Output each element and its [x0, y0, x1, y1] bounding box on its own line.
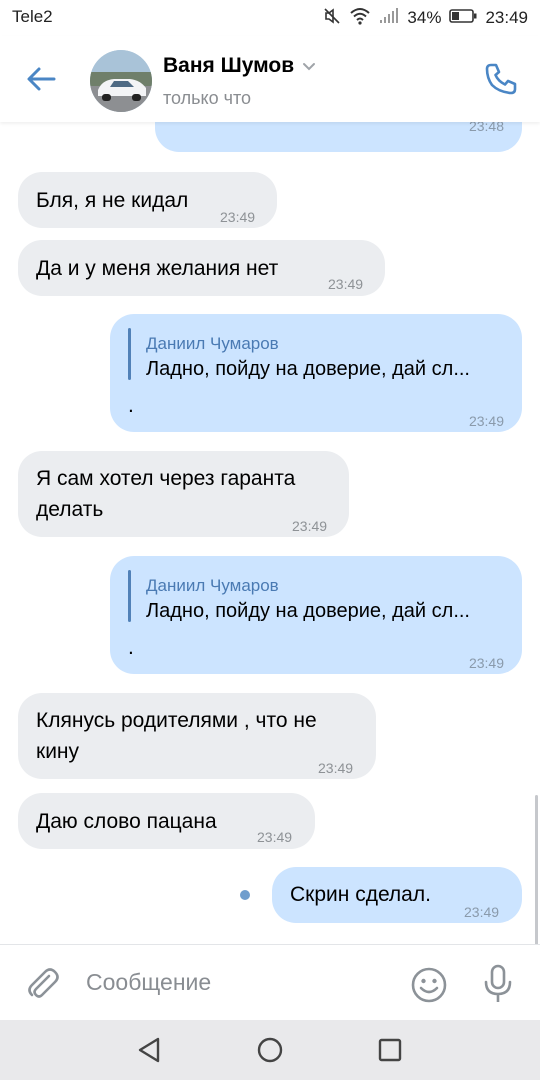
- avatar[interactable]: [90, 50, 152, 112]
- triangle-back-icon: [138, 1037, 160, 1063]
- nav-home-button[interactable]: [254, 1034, 286, 1066]
- message-list[interactable]: 23:48 Бля, я не кидал 23:49 Да и у меня …: [0, 122, 540, 944]
- message-time: 23:49: [464, 904, 500, 920]
- emoji-button[interactable]: [409, 965, 449, 1005]
- contact-name: Ваня Шумов: [163, 54, 295, 77]
- mute-icon: [323, 7, 341, 30]
- status-icons: 34% 23:49: [323, 6, 528, 30]
- nav-back-button[interactable]: [134, 1034, 166, 1066]
- wifi-icon: [349, 7, 371, 30]
- message-text-line: делать: [36, 498, 104, 521]
- message-time: 23:48: [468, 122, 504, 134]
- arrow-left-icon: [27, 67, 56, 91]
- smile-icon: [411, 967, 447, 1003]
- attach-button[interactable]: [22, 963, 62, 1003]
- message-text-line: кину: [36, 740, 80, 763]
- message-text: Скрин сделал.: [290, 883, 431, 906]
- message-composer: Сообщение: [0, 944, 540, 1021]
- message-time: 23:49: [468, 655, 504, 671]
- message-bubble-outgoing[interactable]: Даниил Чумаров Ладно, пойду на доверие, …: [110, 314, 522, 432]
- voice-button[interactable]: [478, 963, 518, 1005]
- message-text-line: Клянусь родителями , что не: [36, 709, 317, 732]
- message-bubble-incoming[interactable]: Даю слово пацана 23:49: [18, 793, 315, 849]
- reply-text: Ладно, пойду на доверие, дай сл...: [146, 358, 470, 380]
- message-time: 23:49: [318, 760, 354, 776]
- chevron-down-icon: [303, 63, 316, 71]
- message-bubble-incoming[interactable]: Бля, я не кидал 23:49: [18, 172, 277, 228]
- nav-recents-button[interactable]: [374, 1034, 406, 1066]
- message-bubble-incoming[interactable]: Я сам хотел через гаранта делать 23:49: [18, 451, 349, 537]
- battery-percent: 34%: [407, 8, 442, 27]
- carrier-label: Tele2: [12, 7, 53, 26]
- message-time: 23:49: [292, 518, 328, 534]
- reply-text: Ладно, пойду на доверие, дай сл...: [146, 600, 470, 622]
- message-text-line: Я сам хотел через гаранта: [36, 467, 296, 490]
- message-time: 23:49: [468, 413, 504, 429]
- message-text: Да и у меня желания нет: [36, 257, 279, 280]
- message-text: Даю слово пацана: [36, 810, 217, 833]
- clock: 23:49: [485, 8, 528, 27]
- microphone-icon: [484, 964, 512, 1002]
- message-text: .: [128, 636, 134, 659]
- call-button[interactable]: [482, 60, 520, 98]
- circle-home-icon: [257, 1037, 283, 1063]
- reply-quote-bar: [128, 570, 131, 622]
- battery-icon: [449, 8, 477, 29]
- unread-indicator: [240, 890, 250, 900]
- message-text: Бля, я не кидал: [36, 189, 189, 212]
- message-bubble-outgoing[interactable]: Даниил Чумаров Ладно, пойду на доверие, …: [110, 556, 522, 674]
- reply-quote-bar: [128, 328, 131, 380]
- square-recents-icon: [378, 1038, 402, 1062]
- message-input[interactable]: Сообщение: [86, 969, 211, 996]
- paperclip-icon: [28, 968, 59, 998]
- system-navigation-bar: [0, 1020, 540, 1080]
- message-bubble-outgoing[interactable]: 23:48: [155, 122, 522, 152]
- message-text: .: [128, 394, 134, 417]
- status-bar: Tele2 34% 23:49: [0, 0, 540, 36]
- chat-header: Ваня Шумов только что: [0, 36, 540, 122]
- message-bubble-outgoing[interactable]: Скрин сделал. 23:49: [272, 867, 522, 923]
- message-time: 23:49: [220, 209, 256, 225]
- message-time: 23:49: [328, 276, 364, 292]
- message-bubble-incoming[interactable]: Клянусь родителями , что не кину 23:49: [18, 693, 376, 779]
- message-bubble-incoming[interactable]: Да и у меня желания нет 23:49: [18, 240, 385, 296]
- contact-name-row[interactable]: Ваня Шумов: [163, 54, 316, 78]
- phone-icon: [485, 63, 517, 95]
- scrollbar[interactable]: [535, 795, 538, 944]
- last-seen-status: только что: [163, 88, 252, 108]
- back-button[interactable]: [24, 61, 60, 97]
- message-time: 23:49: [257, 829, 293, 845]
- signal-icon: [379, 7, 399, 29]
